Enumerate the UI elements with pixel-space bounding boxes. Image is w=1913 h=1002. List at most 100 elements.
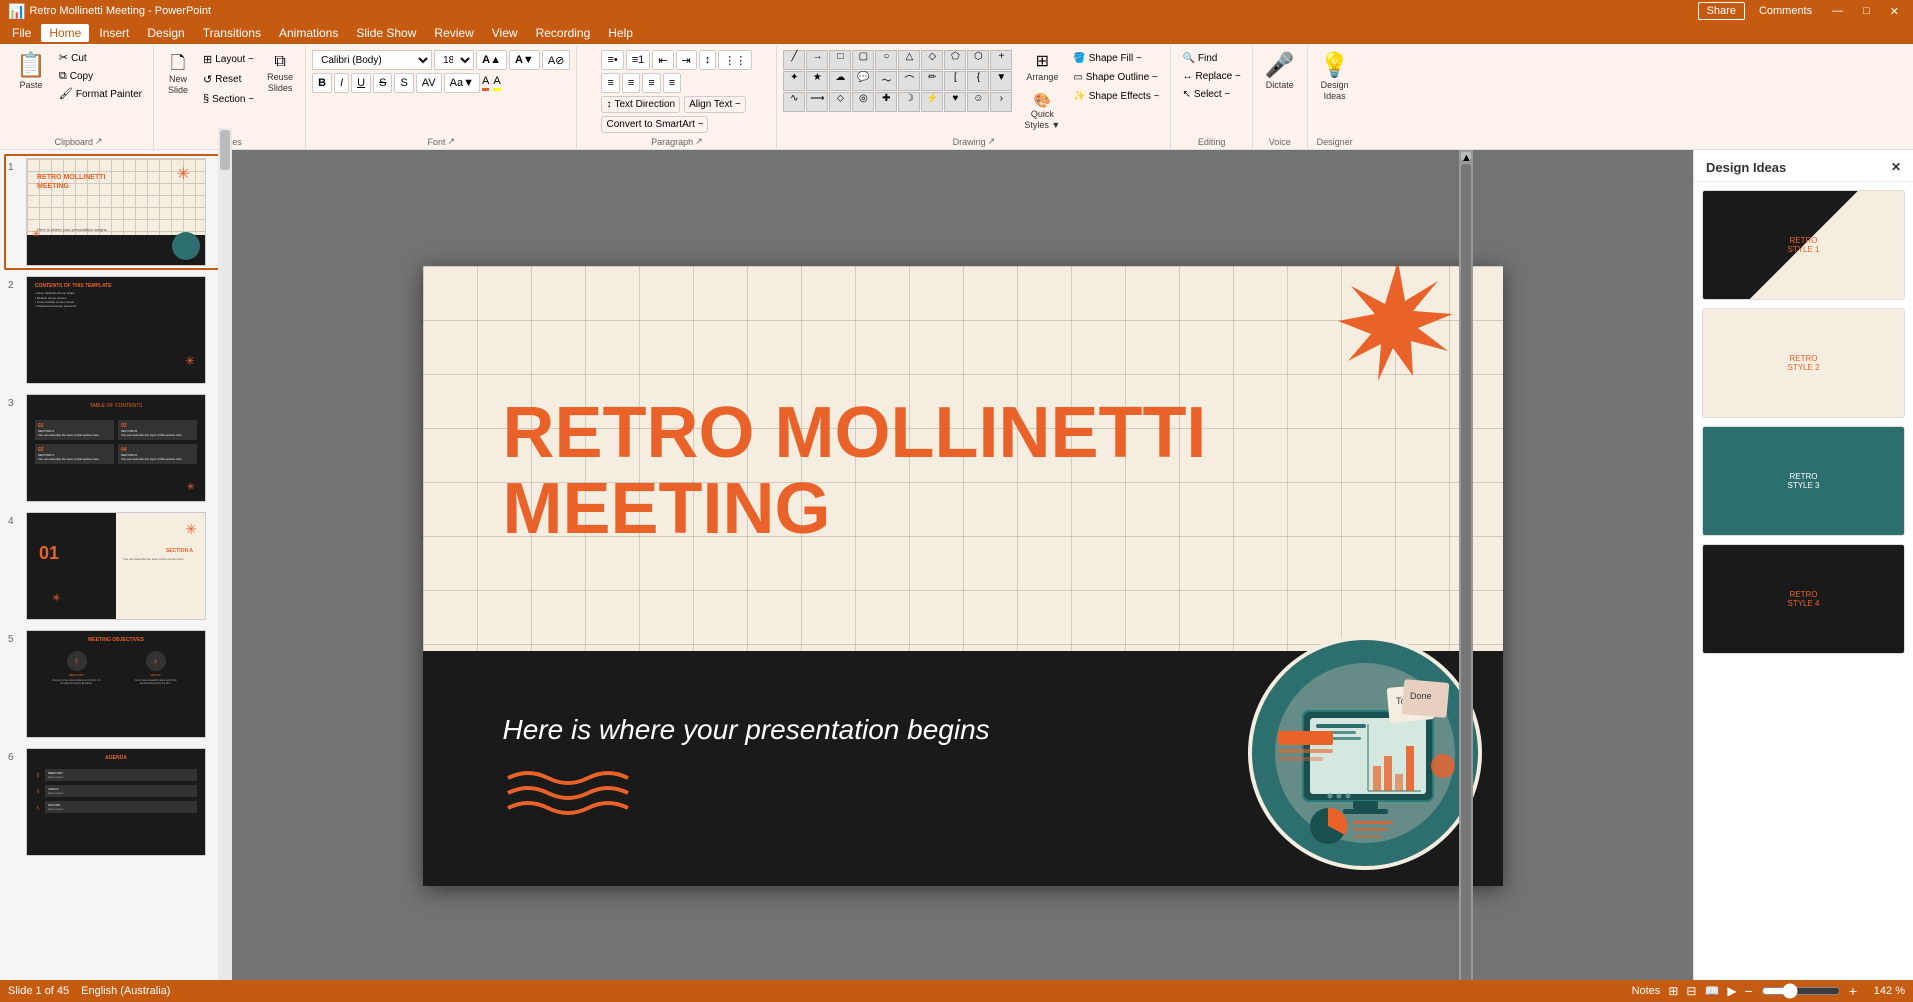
font-family-select[interactable]: Calibri (Body)	[312, 50, 432, 70]
shape-moon[interactable]: ☽	[898, 92, 920, 112]
shape-freeform[interactable]: ✏	[921, 71, 943, 91]
canvas-vscrollbar[interactable]: ▲ ▼	[1459, 150, 1473, 1002]
menu-animations[interactable]: Animations	[271, 24, 346, 42]
shape-curve[interactable]: ∿	[783, 92, 805, 112]
menu-slide-show[interactable]: Slide Show	[348, 24, 424, 42]
highlight-color-button[interactable]: A	[493, 75, 500, 91]
bullets-button[interactable]: ≡•	[601, 50, 623, 70]
format-painter-button[interactable]: 🖌 Format Painter	[54, 86, 147, 103]
shape-triangle[interactable]: △	[898, 50, 920, 70]
char-spacing-button[interactable]: AV	[416, 73, 442, 93]
slide-thumb-3[interactable]: 3 TABLE OF CONTENTS 01SECTION AYou can d…	[4, 390, 227, 506]
section-button[interactable]: § Section ~	[198, 90, 259, 108]
shape-diamond[interactable]: ◇	[921, 50, 943, 70]
menu-transitions[interactable]: Transitions	[195, 24, 269, 42]
slideshow-icon[interactable]: ▶	[1727, 984, 1736, 998]
shape-arc[interactable]: ⌒	[898, 71, 920, 91]
shape-lightning[interactable]: ⚡	[921, 92, 943, 112]
slide-thumb-2[interactable]: 2 CONTENTS OF THIS TEMPLATE • Retro Moll…	[4, 272, 227, 388]
reading-view-icon[interactable]: 📖	[1704, 984, 1719, 998]
shadow-button[interactable]: S	[394, 73, 413, 93]
zoom-minus[interactable]: −	[1745, 983, 1753, 999]
font-clear-button[interactable]: A⊘	[542, 50, 571, 70]
justify-button[interactable]: ≡	[663, 73, 681, 93]
designer-panel-close-icon[interactable]: ✕	[1891, 160, 1901, 174]
shape-fill-button[interactable]: 🪣 Shape Fill ~	[1068, 50, 1164, 67]
share-button[interactable]: Share	[1698, 2, 1745, 20]
font-color-button[interactable]: A	[482, 75, 489, 91]
shape-wave[interactable]: 〜	[875, 71, 897, 91]
design-idea-3[interactable]: RETROSTYLE 3	[1702, 426, 1905, 536]
shape-cloud[interactable]: ☁	[829, 71, 851, 91]
shape-star5[interactable]: ★	[806, 71, 828, 91]
maximize-button[interactable]: □	[1857, 5, 1876, 17]
shape-donut[interactable]: ◎	[852, 92, 874, 112]
underline-button[interactable]: U	[351, 73, 371, 93]
design-idea-1[interactable]: RETROSTYLE 1	[1702, 190, 1905, 300]
numbering-button[interactable]: ≡1	[626, 50, 651, 70]
menu-review[interactable]: Review	[426, 24, 481, 42]
reuse-slides-button[interactable]: ⧉ ReuseSlides	[261, 50, 299, 98]
shape-notch[interactable]: ⬦	[829, 92, 851, 112]
copy-button[interactable]: ⧉ Copy	[54, 68, 147, 85]
text-direction-button[interactable]: ↕ Text Direction	[601, 96, 680, 113]
paste-button[interactable]: 📋 Paste	[10, 50, 52, 95]
arrange-button[interactable]: ⊞ Arrange	[1018, 50, 1066, 87]
shape-rounded-rect[interactable]: ▢	[852, 50, 874, 70]
slide-thumb-5[interactable]: 5 MEETING OBJECTIVES ☿ MERCURY Mercury i…	[4, 626, 227, 742]
clipboard-expand-icon[interactable]: ↗	[95, 136, 103, 147]
shape-smiley[interactable]: ☺	[967, 92, 989, 112]
shape-plus[interactable]: +	[990, 50, 1012, 70]
font-expand-icon[interactable]: ↗	[447, 136, 455, 147]
italic-button[interactable]: I	[334, 73, 349, 93]
slide-thumb-1[interactable]: 1 RETRO MOLLINETTIMEETING Here is where …	[4, 154, 227, 270]
drawing-expand-icon[interactable]: ↗	[988, 136, 996, 147]
shape-hexagon[interactable]: ⬡	[967, 50, 989, 70]
select-button[interactable]: ↖ Select ~	[1177, 86, 1245, 103]
quick-styles-button[interactable]: 🎨 QuickStyles ▼	[1018, 89, 1066, 135]
normal-view-icon[interactable]: ⊞	[1668, 984, 1678, 998]
bold-button[interactable]: B	[312, 73, 332, 93]
paragraph-expand-icon[interactable]: ↗	[695, 136, 703, 147]
slide-thumb-4[interactable]: 4 01 SECTION A You can describe the topi…	[4, 508, 227, 624]
reset-button[interactable]: ↺ Reset	[198, 70, 259, 89]
layout-button[interactable]: ⊞ Layout ~	[198, 50, 259, 69]
shape-arrow[interactable]: →	[806, 50, 828, 70]
slide-panel-scrollbar[interactable]	[218, 150, 232, 980]
menu-home[interactable]: Home	[41, 24, 89, 42]
minimize-button[interactable]: —	[1826, 5, 1849, 17]
shape-more[interactable]: ▼	[990, 71, 1012, 91]
find-button[interactable]: 🔍 Find	[1177, 50, 1245, 67]
convert-smartart-button[interactable]: Convert to SmartArt ~	[601, 116, 708, 133]
zoom-plus[interactable]: +	[1849, 983, 1857, 999]
shape-line[interactable]: ╱	[783, 50, 805, 70]
decrease-indent-button[interactable]: ⇤	[652, 50, 673, 70]
align-left-button[interactable]: ≡	[601, 73, 619, 93]
design-idea-2[interactable]: RETROSTYLE 2	[1702, 308, 1905, 418]
dictate-button[interactable]: 🎤 Dictate	[1259, 50, 1301, 95]
font-size-select[interactable]: 18	[434, 50, 474, 70]
align-center-button[interactable]: ≡	[622, 73, 640, 93]
font-grow-button[interactable]: A▲	[476, 50, 507, 70]
shape-connector[interactable]: ⟶	[806, 92, 828, 112]
design-idea-4[interactable]: RETROSTYLE 4	[1702, 544, 1905, 654]
cut-button[interactable]: ✂ Cut	[54, 50, 147, 67]
shape-bracket[interactable]: [	[944, 71, 966, 91]
slide-thumb-6[interactable]: 6 AGENDA ☿ MERCURYItem text here ♀ VENUS…	[4, 744, 227, 860]
menu-insert[interactable]: Insert	[91, 24, 137, 42]
columns-button[interactable]: ⋮⋮	[718, 50, 752, 70]
close-button[interactable]: ✕	[1884, 5, 1905, 18]
shape-oval[interactable]: ○	[875, 50, 897, 70]
menu-view[interactable]: View	[484, 24, 526, 42]
shape-heart[interactable]: ♥	[944, 92, 966, 112]
notes-button[interactable]: Notes	[1632, 985, 1661, 997]
design-ideas-button[interactable]: 💡 DesignIdeas	[1314, 50, 1356, 106]
shape-outline-button[interactable]: ▭ Shape Outline ~	[1068, 69, 1164, 86]
shape-chevron[interactable]: ›	[990, 92, 1012, 112]
shape-rect[interactable]: □	[829, 50, 851, 70]
slide-title[interactable]: RETRO MOLLINETTI MEETING	[503, 396, 1207, 547]
line-spacing-button[interactable]: ↕	[699, 50, 717, 70]
main-slide[interactable]: RETRO MOLLINETTI MEETING Here is where y…	[423, 266, 1503, 886]
shape-cross[interactable]: ✚	[875, 92, 897, 112]
menu-help[interactable]: Help	[600, 24, 641, 42]
